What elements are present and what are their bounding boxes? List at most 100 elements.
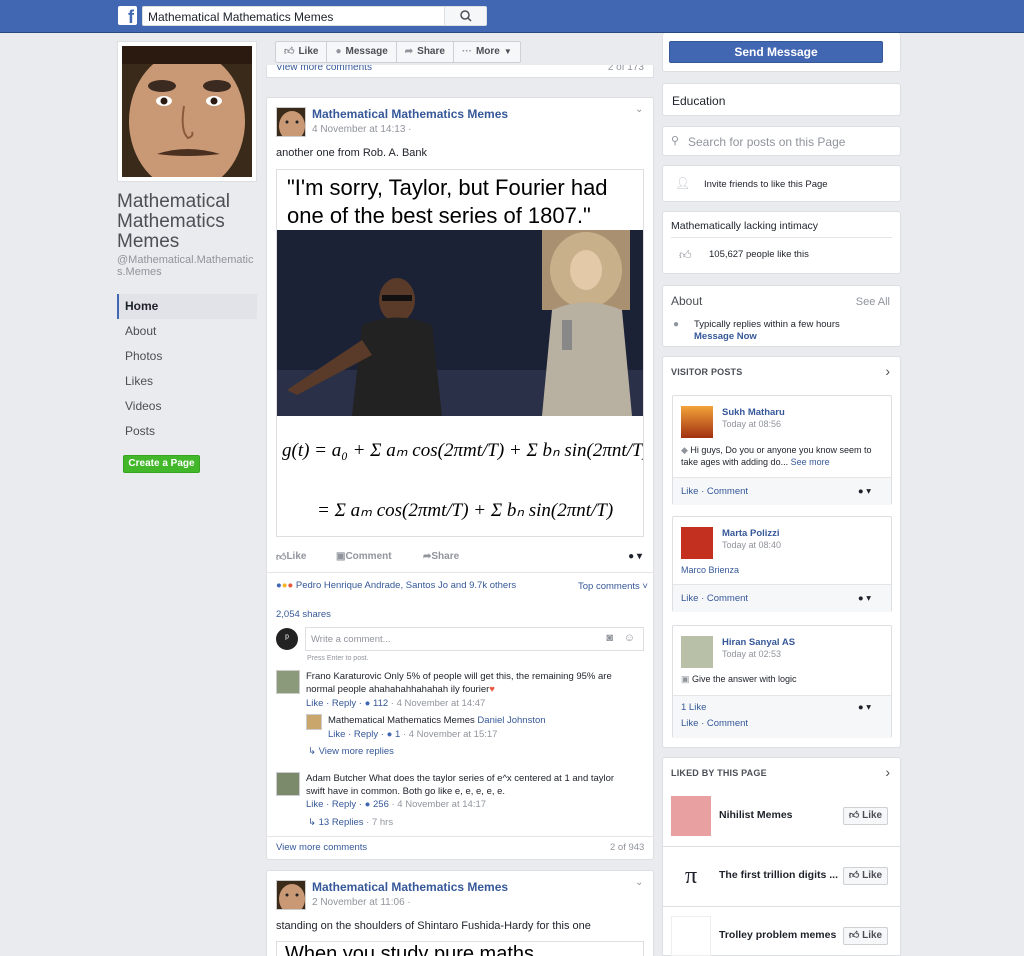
post-image[interactable]: When you study pure maths (276, 941, 644, 956)
see-all-link[interactable]: See All (856, 296, 890, 308)
send-message-button[interactable]: Send Message (669, 41, 883, 63)
nav-posts[interactable]: Posts (117, 419, 257, 444)
camera-icon[interactable]: ◙ (606, 632, 613, 644)
liked-page-name[interactable]: Nihilist Memes (719, 809, 793, 821)
audience-selector-icon[interactable]: ● ▾ (858, 702, 871, 713)
reply-like-reply-links[interactable]: Like · Reply · (328, 729, 384, 740)
visitor-post-time[interactable]: Today at 08:40 (722, 540, 781, 550)
view-more-comments-link[interactable]: View more comments (276, 842, 367, 853)
like-comment-links[interactable]: Like · Comment (681, 718, 891, 729)
reaction-count[interactable]: 1 (395, 729, 400, 740)
audience-selector-icon[interactable]: ● ▾ (858, 478, 871, 506)
visitor-post-time[interactable]: Today at 08:56 (722, 419, 781, 429)
nav-likes[interactable]: Likes (117, 369, 257, 394)
visitor-avatar[interactable] (681, 527, 713, 559)
search-button[interactable] (444, 7, 486, 25)
nav-videos[interactable]: Videos (117, 394, 257, 419)
top-comments-dropdown[interactable]: Top comments ˅ (578, 581, 648, 592)
like-page-button[interactable]: 👍︎ Like (843, 927, 888, 945)
post-timestamp[interactable]: 4 November at 14:13 · (312, 124, 412, 135)
post-options-chevron-icon[interactable]: ⌄ (635, 104, 643, 115)
replier-name[interactable]: Mathematical Mathematics Memes (328, 715, 475, 726)
invite-friends-text[interactable]: Invite friends to like this Page (704, 179, 828, 190)
liked-page-avatar[interactable] (671, 916, 711, 956)
post-timestamp[interactable]: 2 November at 11:06 · (312, 897, 411, 908)
invite-card[interactable]: 👤︎ Invite friends to like this Page (662, 165, 901, 202)
post-image[interactable]: "I'm sorry, Taylor, but Fourier had one … (276, 169, 644, 537)
reaction-count[interactable]: 256 (373, 799, 389, 810)
post-author-avatar[interactable] (276, 880, 306, 910)
post-options-chevron-icon[interactable]: ⌄ (635, 877, 643, 888)
nav-about[interactable]: About (117, 319, 257, 344)
write-comment-input[interactable]: Write a comment... ◙ ☺ (305, 627, 644, 651)
commenter-avatar[interactable] (276, 670, 300, 694)
visitor-post: Sukh Matharu Today at 08:56 ◆ Hi guys, D… (672, 395, 892, 505)
like-page-button[interactable]: 👍︎ Like (843, 867, 888, 885)
like-comment-links[interactable]: Like · Comment (681, 593, 748, 604)
visitor-name[interactable]: Hiran Sanyal AS (722, 637, 795, 648)
more-button[interactable]: ··· More ▼ (454, 42, 520, 62)
reply-text[interactable]: Daniel Johnston (477, 715, 545, 726)
pi-icon[interactable]: π (671, 856, 711, 896)
category-education[interactable]: Education (672, 94, 725, 108)
liked-page-name[interactable]: Trolley problem memes (719, 929, 836, 941)
shares-count[interactable]: 2,054 shares (276, 609, 331, 620)
search-input[interactable]: Mathematical Mathematics Memes (142, 6, 487, 26)
chevron-right-icon[interactable]: › (885, 363, 890, 379)
about-heading[interactable]: About (671, 294, 702, 308)
post-author-name[interactable]: Mathematical Mathematics Memes (312, 880, 508, 894)
post-author-avatar[interactable] (276, 107, 306, 137)
share-post-button[interactable]: ➦ Share (423, 551, 459, 562)
create-page-button[interactable]: Create a Page (123, 455, 200, 473)
nav-home[interactable]: Home (117, 294, 257, 319)
thumbs-up-icon: 👍︎ (679, 248, 692, 262)
message-now-link[interactable]: Message Now (694, 331, 757, 342)
add-friend-icon: 👤︎ (675, 176, 691, 190)
nav-photos[interactable]: Photos (117, 344, 257, 369)
page-likes-count[interactable]: 105,627 people like this (709, 249, 809, 260)
comment-time[interactable]: · 4 November at 14:47 (391, 698, 486, 709)
like-page-button[interactable]: 👍︎ Like (276, 42, 328, 62)
reply-avatar[interactable] (306, 714, 322, 730)
visitor-name[interactable]: Marta Polizzi (722, 528, 780, 539)
audience-selector-icon[interactable]: ● ▾ (628, 551, 642, 562)
audience-selector-icon[interactable]: ● ▾ (858, 585, 871, 613)
comment-like-reply-links[interactable]: Like · Reply · (306, 698, 362, 709)
chevron-right-icon[interactable]: › (885, 764, 890, 780)
comment-like-reply-links[interactable]: Like · Reply · (306, 799, 362, 810)
post-author-name[interactable]: Mathematical Mathematics Memes (312, 107, 508, 121)
facebook-logo-icon[interactable]: f (118, 6, 137, 25)
visitor-posts-heading[interactable]: VISITOR POSTS (671, 367, 742, 377)
commenter-name[interactable]: Adam Butcher (306, 773, 366, 784)
replies-link[interactable]: ↳ 13 Replies · 7 hrs (308, 816, 393, 829)
share-page-button[interactable]: ➦ Share (397, 42, 454, 62)
like-page-button[interactable]: 👍︎ Like (843, 807, 888, 825)
visitor-avatar[interactable] (681, 406, 713, 438)
reactions-summary[interactable]: ●●● Pedro Henrique Andrade, Santos Jo an… (276, 580, 516, 591)
visitor-avatar[interactable] (681, 636, 713, 668)
post-text: standing on the shoulders of Shintaro Fu… (276, 920, 591, 932)
page-profile-picture[interactable] (117, 41, 257, 182)
reply-time[interactable]: · 4 November at 15:17 (403, 729, 498, 740)
page-title[interactable]: Mathematical Mathematics Memes (117, 192, 262, 252)
visitor-post-time[interactable]: Today at 02:53 (722, 649, 781, 659)
emoji-icon[interactable]: ☺ (624, 632, 635, 644)
liked-page-avatar[interactable] (671, 796, 711, 836)
liked-by-heading[interactable]: LIKED BY THIS PAGE (671, 768, 767, 778)
like-comment-links[interactable]: Like · Comment (681, 486, 748, 497)
comment-post-button[interactable]: ▣ Comment (336, 551, 392, 562)
reaction-count[interactable]: 112 (373, 698, 388, 709)
view-more-replies-link[interactable]: ↳ View more replies (308, 745, 394, 758)
commenter-avatar[interactable] (276, 772, 300, 796)
search-posts-field[interactable]: ⚲ Search for posts on this Page (662, 126, 901, 156)
visitor-post-text[interactable]: Marco Brienza (681, 565, 739, 575)
like-post-button[interactable]: 👍︎ Like (276, 551, 306, 563)
message-page-button[interactable]: ● Message (327, 42, 397, 62)
reply: Mathematical Mathematics Memes Daniel Jo… (328, 714, 546, 727)
view-more-comments-link[interactable]: View more comments (276, 65, 372, 73)
visitor-name[interactable]: Sukh Matharu (722, 407, 785, 418)
commenter-name[interactable]: Frano Karaturovic (306, 671, 382, 682)
comment-time[interactable]: · 4 November at 14:17 (392, 799, 487, 810)
see-more-link[interactable]: See more (791, 457, 830, 467)
liked-page-name[interactable]: The first trillion digits ... (719, 869, 838, 881)
